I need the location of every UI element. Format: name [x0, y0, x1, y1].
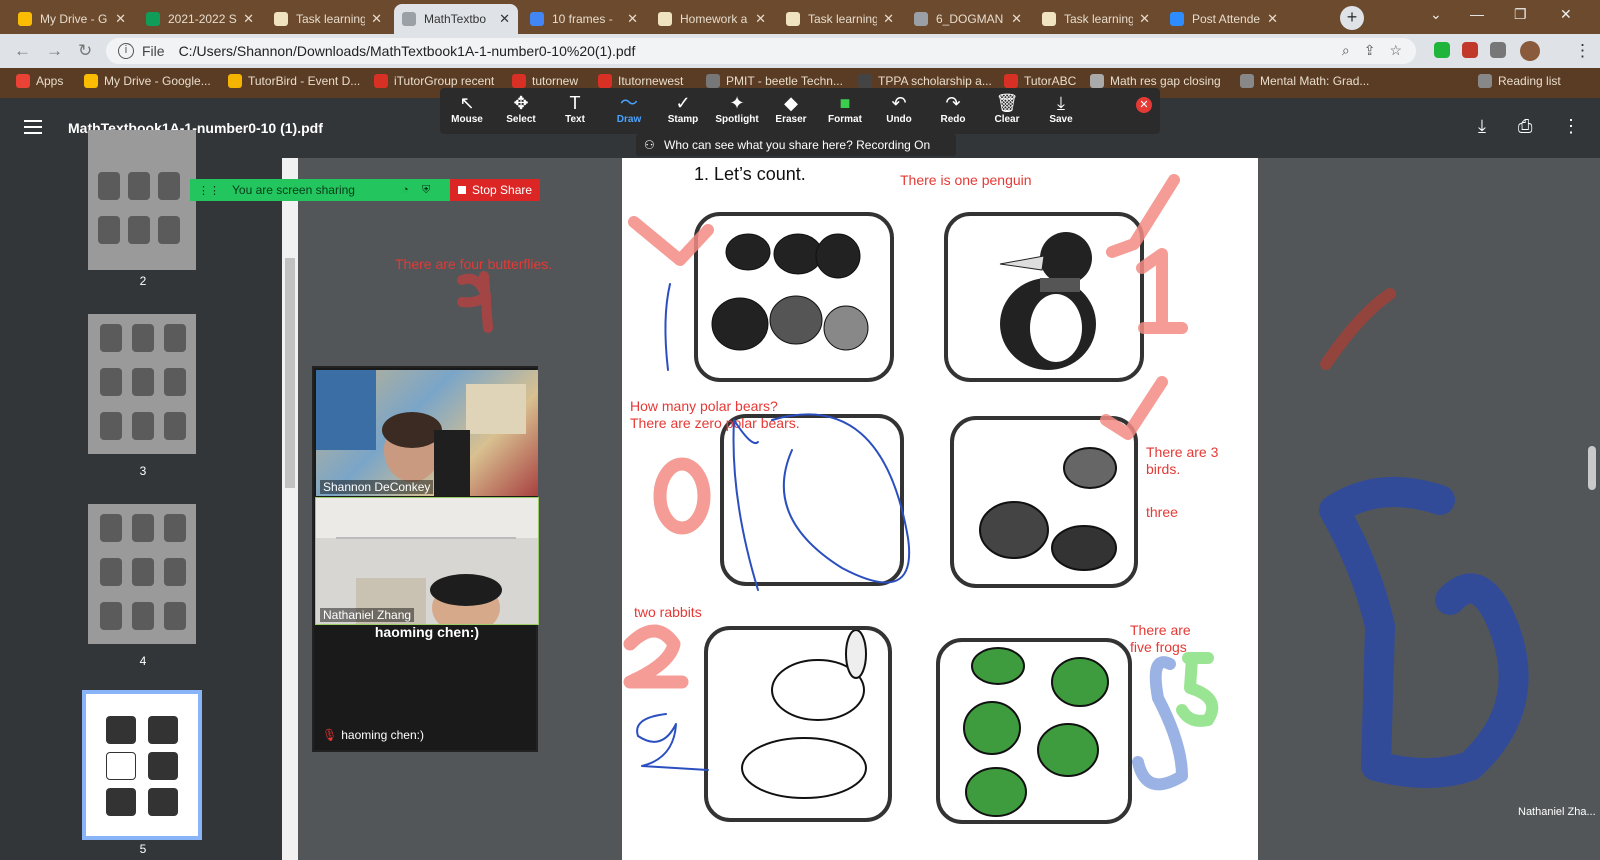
video-gallery: Shannon DeConkey Nathaniel Zhang haoming… — [312, 366, 539, 752]
participant-name: Nathaniel Zhang — [320, 608, 415, 622]
big-blue-five — [1319, 477, 1529, 788]
tool-label: Clear — [994, 114, 1020, 125]
save-icon: ⤓ — [1057, 93, 1065, 113]
draw-icon: 〜 — [620, 93, 638, 113]
floating-name-tag: Nathaniel Zha... — [1518, 806, 1596, 818]
no-video-name: haoming chen:) — [374, 624, 480, 640]
nathaniel-video — [316, 498, 538, 624]
undo-icon: ↶ — [891, 93, 907, 113]
tool-label: Spotlight — [715, 114, 759, 125]
tool-undo[interactable]: ↶ Undo — [872, 92, 926, 125]
tool-label: Save — [1049, 114, 1073, 125]
tool-label: Select — [506, 114, 536, 125]
shannon-video — [316, 370, 526, 496]
tool-label: Stamp — [667, 114, 699, 125]
tool-mouse[interactable]: ↖ Mouse — [440, 92, 494, 125]
screen: { "browser": { "tabs": [ {"label": "My D… — [0, 0, 1600, 860]
tool-label: Eraser — [775, 114, 807, 125]
spotlight-icon: ✦ — [729, 93, 745, 113]
page-scrollbar[interactable] — [1584, 158, 1600, 860]
text-icon: T — [569, 93, 581, 113]
drag-handle-icon[interactable]: ⋮⋮ — [198, 184, 220, 197]
video-tile-nathaniel[interactable]: Nathaniel Zhang — [315, 497, 539, 625]
video-tile-shannon[interactable]: Shannon DeConkey — [316, 370, 538, 496]
tool-format[interactable]: ■ Format — [818, 92, 872, 125]
person-icon: ⚇ — [644, 138, 655, 152]
tool-label: Text — [565, 114, 585, 125]
tool-eraser[interactable]: ◆ Eraser — [764, 92, 818, 125]
close-toolbar-icon[interactable]: ✕ — [1136, 97, 1152, 113]
eraser-icon: ◆ — [784, 93, 798, 113]
no-video-label: 🎙 haoming chen:) — [322, 728, 424, 742]
tool-text[interactable]: T Text — [548, 92, 602, 125]
sharing-banner[interactable]: ⋮⋮ You are screen sharing ◔ ⛨ — [190, 179, 450, 201]
recording-notice[interactable]: ⚇ Who can see what you share here? Recor… — [636, 134, 956, 156]
redo-icon: ↷ — [945, 93, 961, 113]
tool-save[interactable]: ⤓ Save — [1034, 92, 1088, 125]
shield-icon: ⛨ — [422, 183, 431, 196]
select-icon: ✥ — [513, 93, 529, 113]
tool-label: Format — [828, 114, 862, 125]
tool-select[interactable]: ✥ Select — [494, 92, 548, 125]
no-video-participant: haoming chen:) — [341, 728, 424, 742]
tool-label: Undo — [886, 114, 912, 125]
stop-share-button[interactable]: Stop Share — [450, 179, 540, 201]
annotation-toolbar: ↖ Mouse ✥ Select T Text 〜 Draw ✓ Stamp ✦ Spotlight ◆… — [440, 88, 1160, 134]
muted-mic-icon: 🎙 — [322, 728, 338, 742]
participant-name: Shannon DeConkey — [320, 480, 434, 494]
tool-spotlight[interactable]: ✦ Spotlight — [710, 92, 764, 125]
mouse-icon: ↖ — [459, 93, 475, 113]
digit-four — [457, 271, 493, 333]
tool-draw[interactable]: 〜 Draw — [602, 92, 656, 125]
tool-label: Redo — [940, 114, 966, 125]
tool-clear[interactable]: 🗑 Clear — [980, 92, 1034, 125]
format-icon: ■ — [839, 93, 851, 113]
tool-label: Draw — [616, 114, 642, 125]
tool-label: Mouse — [451, 114, 483, 125]
tool-stamp[interactable]: ✓ Stamp — [656, 92, 710, 125]
recording-notice-text: Who can see what you share here? Recordi… — [664, 138, 931, 152]
connection-icon: ◔ — [402, 184, 409, 196]
tool-redo[interactable]: ↷ Redo — [926, 92, 980, 125]
sharing-label: You are screen sharing — [232, 183, 355, 197]
clear-icon: 🗑 — [995, 93, 1019, 113]
stamp-icon: ✓ — [675, 93, 691, 113]
red-slash — [1320, 288, 1396, 370]
